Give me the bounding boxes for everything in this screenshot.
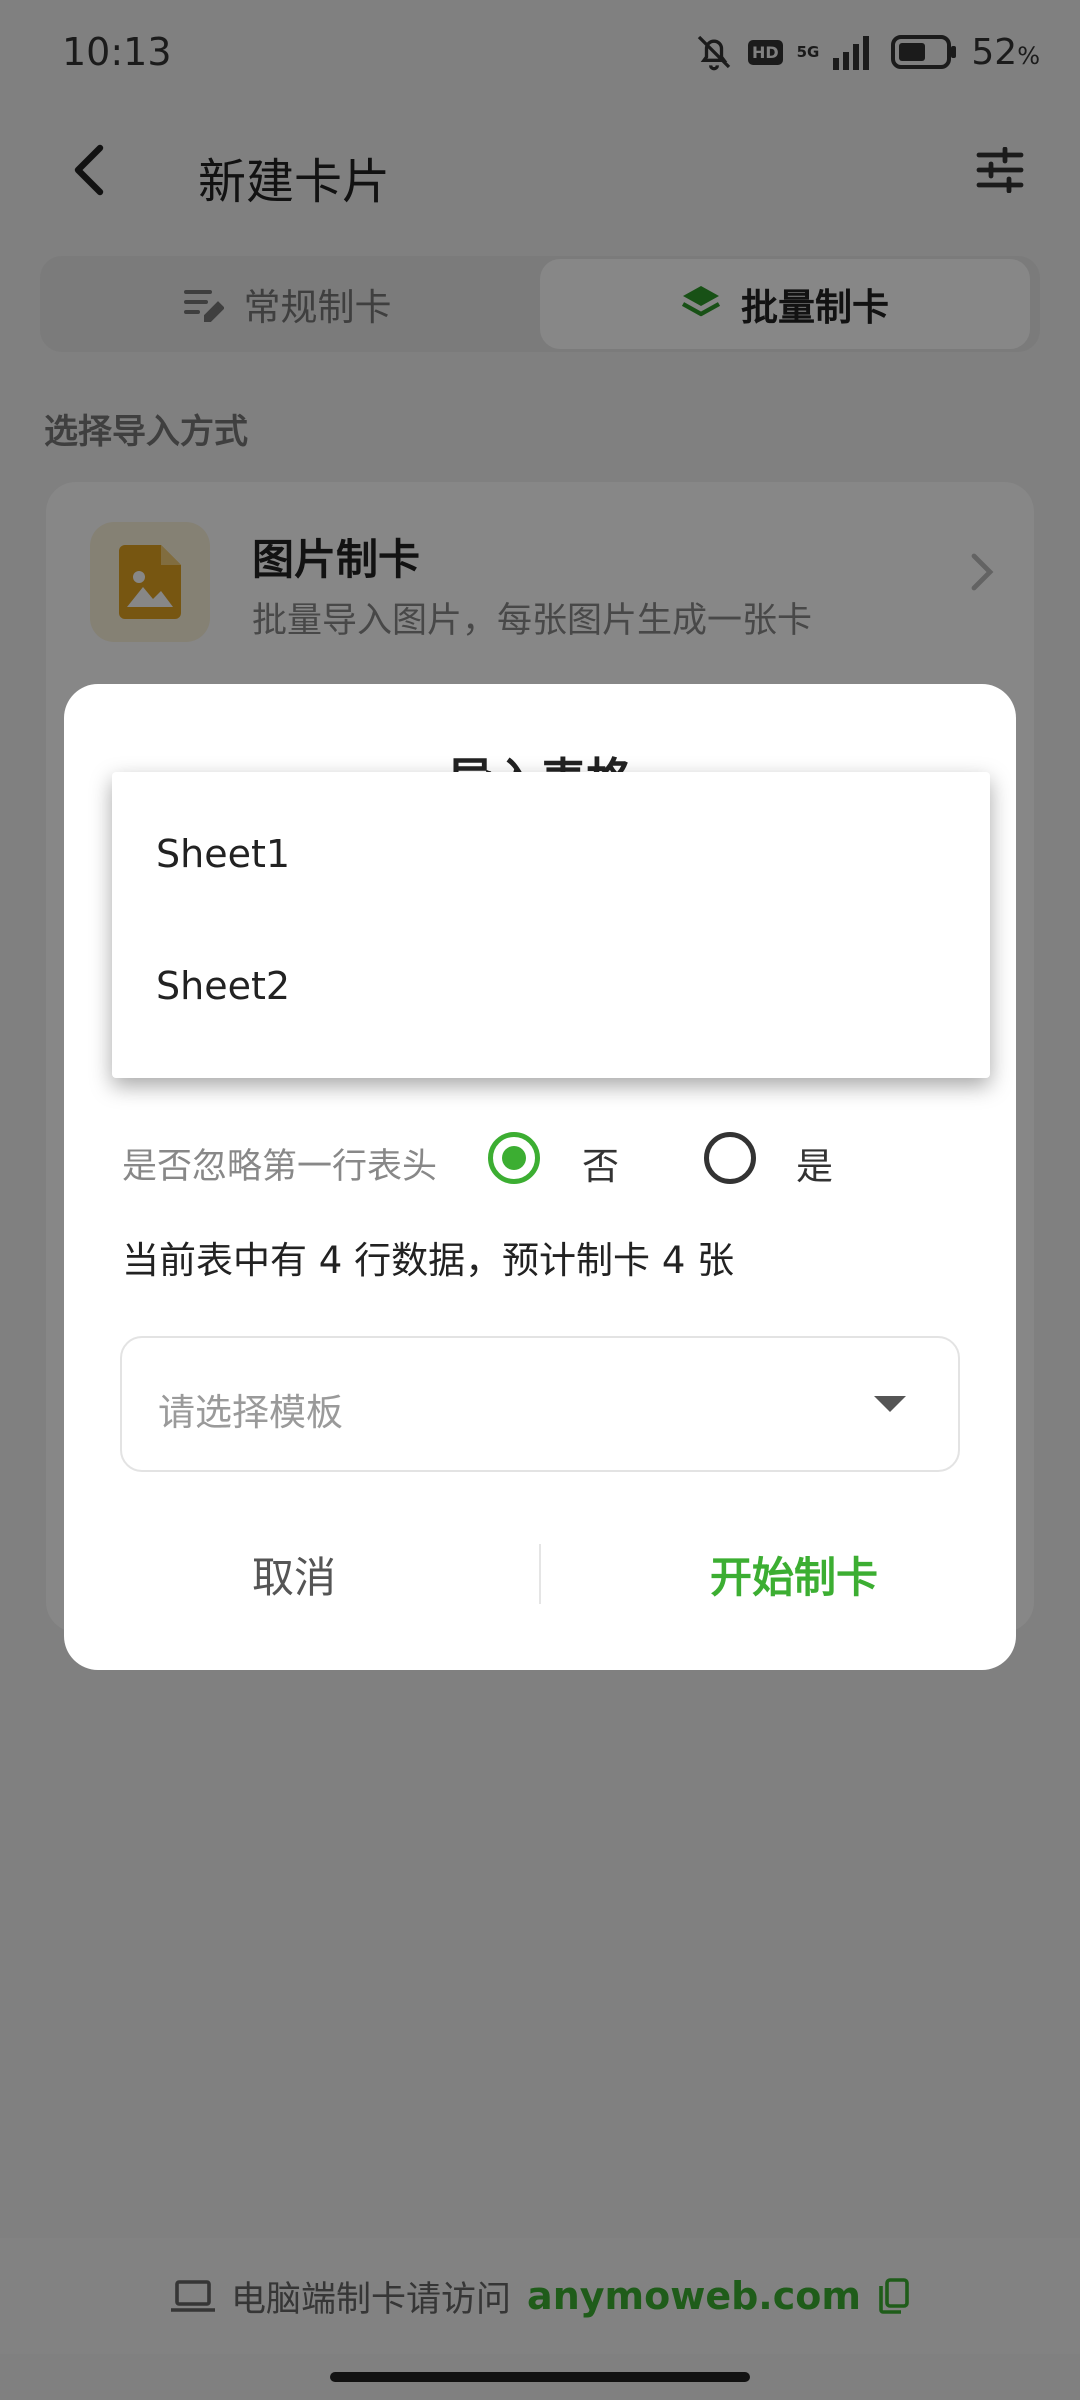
- sheet-option-1[interactable]: Sheet1: [112, 788, 990, 920]
- radio-no[interactable]: [488, 1132, 540, 1184]
- radio-yes[interactable]: [704, 1132, 756, 1184]
- start-card-button[interactable]: 开始制卡: [604, 1524, 984, 1624]
- radio-no-label[interactable]: 否: [582, 1136, 619, 1190]
- sheet-dropdown-menu: Sheet1 Sheet2: [112, 772, 990, 1078]
- button-divider: [539, 1544, 541, 1604]
- cancel-button[interactable]: 取消: [104, 1524, 484, 1624]
- template-select[interactable]: 请选择模板: [120, 1336, 960, 1472]
- caret-down-icon: [874, 1396, 906, 1412]
- ignore-header-label: 是否忽略第一行表头: [122, 1147, 438, 1187]
- sheet-option-2[interactable]: Sheet2: [112, 920, 990, 1052]
- template-placeholder: 请选择模板: [158, 1391, 343, 1434]
- radio-yes-label[interactable]: 是: [796, 1136, 833, 1190]
- row-count-info: 当前表中有 4 行数据，预计制卡 4 张: [122, 1239, 735, 1282]
